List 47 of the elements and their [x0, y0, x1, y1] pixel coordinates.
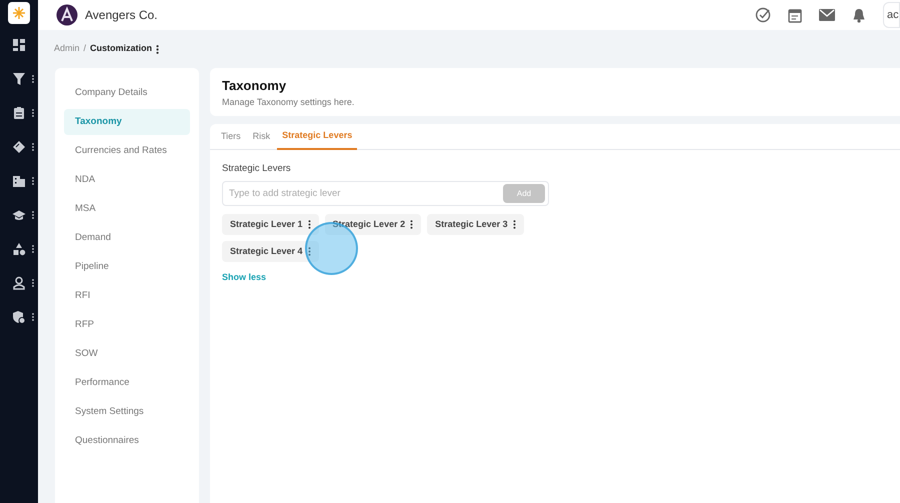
kebab-icon[interactable]: [308, 220, 311, 230]
lever-name: Strategic Lever 1: [230, 218, 303, 231]
filter-icon[interactable]: [12, 72, 26, 86]
tag-icon[interactable]: [12, 140, 26, 154]
kebab-icon[interactable]: [410, 220, 414, 230]
lever-name: Strategic Lever 4: [230, 245, 303, 258]
shapes-icon[interactable]: [12, 242, 26, 256]
breadcrumb-separator: /: [84, 42, 86, 56]
user-menu-button[interactable]: ac: [883, 2, 900, 28]
tab[interactable]: Tiers: [216, 124, 246, 150]
app-logo-icon[interactable]: [8, 2, 30, 24]
settings-menu-item[interactable]: SOW: [64, 341, 190, 367]
settings-menu-item[interactable]: System Settings: [64, 399, 190, 425]
settings-menu-item[interactable]: Currencies and Rates: [64, 138, 190, 164]
user-icon[interactable]: [12, 276, 26, 290]
settings-menu-item[interactable]: NDA: [64, 167, 190, 193]
dashboard-icon[interactable]: [12, 38, 26, 52]
breadcrumb-link[interactable]: Admin: [54, 42, 80, 56]
shield-icon[interactable]: [12, 310, 26, 324]
settings-menu-item[interactable]: Company Details: [64, 80, 190, 106]
kebab-icon[interactable]: [512, 220, 516, 230]
page-subtitle: Manage Taxonomy settings here.: [222, 96, 354, 109]
clipboard-icon[interactable]: [12, 106, 26, 120]
settings-menu-item[interactable]: Demand: [64, 225, 190, 251]
graduation-cap-icon[interactable]: [12, 208, 26, 222]
settings-menu-item[interactable]: Pipeline: [64, 254, 190, 280]
breadcrumb-current: Customization: [90, 42, 152, 56]
settings-menu-item[interactable]: Taxonomy: [64, 109, 190, 135]
settings-menu-item[interactable]: MSA: [64, 196, 190, 222]
field-label: Strategic Levers: [222, 162, 291, 176]
settings-menu-item[interactable]: RFI: [64, 283, 190, 309]
settings-menu-item[interactable]: Performance: [64, 370, 190, 396]
show-less-link[interactable]: Show less: [222, 271, 266, 285]
company-name: Avengers Co.: [85, 7, 158, 24]
calendar-icon[interactable]: [788, 8, 802, 22]
check-circle-icon[interactable]: [755, 7, 771, 23]
mail-icon[interactable]: [819, 9, 835, 21]
lever-name: Strategic Lever 3: [435, 218, 508, 231]
tab[interactable]: Strategic Levers: [277, 124, 358, 150]
page-title: Taxonomy: [222, 77, 286, 95]
tab[interactable]: Risk: [248, 124, 276, 150]
settings-menu-item[interactable]: RFP: [64, 312, 190, 338]
notification-bell-icon[interactable]: [852, 8, 866, 22]
kebab-icon[interactable]: [156, 44, 160, 54]
building-icon[interactable]: [12, 174, 26, 188]
logo-icon: [56, 4, 78, 26]
settings-menu-item[interactable]: Questionnaires: [64, 428, 190, 454]
